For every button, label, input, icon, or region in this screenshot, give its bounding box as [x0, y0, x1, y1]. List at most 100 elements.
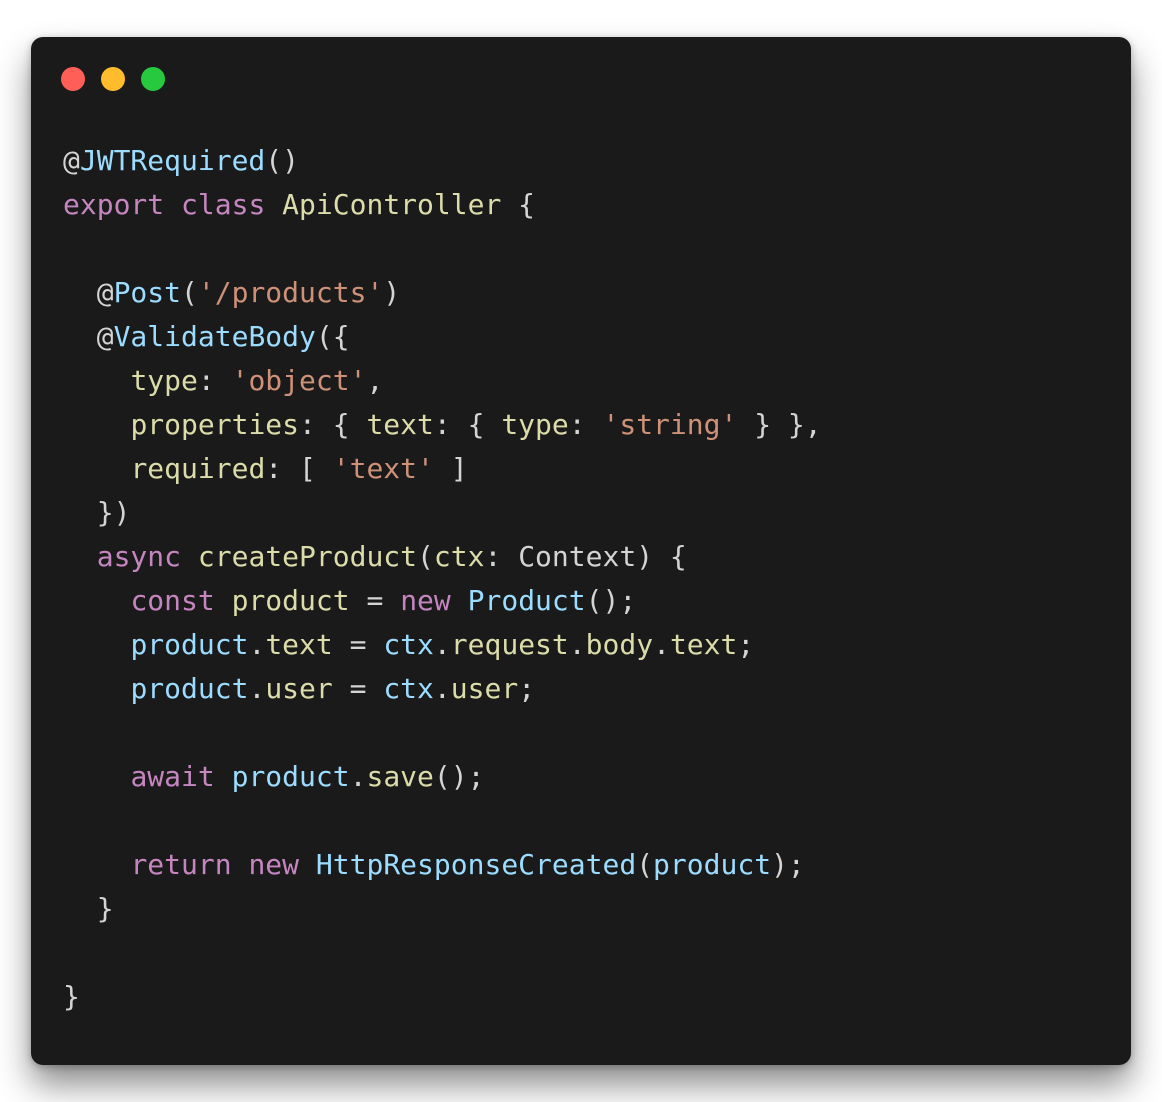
code-token: ( — [181, 276, 198, 309]
code-token: . — [568, 628, 586, 661]
code-line: } — [63, 975, 822, 1019]
code-line: const product = new Product(); — [63, 579, 822, 623]
code-token: type — [501, 408, 569, 441]
code-token: Product — [467, 584, 586, 617]
code-token: . — [248, 672, 266, 705]
code-token: product — [231, 584, 350, 617]
code-token: . — [653, 628, 670, 661]
code-token: Context — [518, 540, 637, 573]
code-token: new — [400, 584, 451, 617]
code-token: export — [63, 188, 165, 221]
code-token: : — [568, 408, 603, 441]
code-token: product — [653, 848, 772, 881]
code-token: . — [433, 628, 451, 661]
code-window: @JWTRequired() export class ApiController… — [31, 37, 1131, 1065]
code-token: } — [63, 892, 114, 925]
code-token: product — [130, 628, 249, 661]
code-token: { — [501, 188, 536, 221]
code-line: @ValidateBody({ — [63, 315, 822, 359]
code-line: required: [ 'text' ] — [63, 447, 822, 491]
code-token: Post — [113, 276, 182, 309]
code-token: ({ — [315, 320, 350, 353]
code-line: @Post('/products') — [63, 271, 822, 315]
code-token: ctx — [433, 540, 485, 573]
code-line: type: 'object', — [63, 359, 822, 403]
code-token: @ — [63, 276, 114, 309]
code-line: return new HttpResponseCreated(product); — [63, 843, 822, 887]
code-token: text — [669, 628, 738, 661]
code-token: = — [332, 672, 384, 705]
code-token: 'object' — [231, 364, 367, 397]
minimize-window-icon[interactable] — [101, 67, 125, 91]
code-token: user — [265, 672, 333, 705]
code-line: async createProduct(ctx: Context) { — [63, 535, 822, 579]
code-token: product — [231, 760, 350, 793]
code-token: user — [450, 672, 519, 705]
code-line: product.text = ctx.request.body.text; — [63, 623, 822, 667]
code-token: , — [366, 364, 384, 397]
code-token: () — [265, 144, 300, 177]
code-token: ; — [518, 672, 536, 705]
code-token: createProduct — [197, 540, 418, 573]
code-token: 'string' — [602, 408, 738, 441]
code-token: : { — [299, 408, 367, 441]
code-token: . — [349, 760, 367, 793]
code-token: ) { — [636, 540, 687, 573]
code-token: ] — [433, 452, 468, 485]
code-token: await — [130, 760, 215, 793]
code-token: async — [96, 540, 182, 573]
code-token: = — [332, 628, 384, 661]
code-token: ) — [383, 276, 401, 309]
code-token: request — [450, 628, 569, 661]
code-line: product.user = ctx.user; — [63, 667, 822, 711]
code-line: @JWTRequired() — [63, 139, 822, 183]
maximize-window-icon[interactable] — [141, 67, 165, 91]
code-token: required — [130, 452, 266, 485]
code-line: await product.save(); — [63, 755, 822, 799]
close-window-icon[interactable] — [61, 67, 85, 91]
code-token: return — [130, 848, 232, 881]
code-token: ctx — [383, 672, 434, 705]
code-line: } — [63, 887, 822, 931]
code-token: body — [585, 628, 654, 661]
code-token: ValidateBody — [113, 320, 316, 353]
code-token: : { — [433, 408, 502, 441]
code-token: JWTRequired — [79, 144, 266, 177]
code-token: properties — [130, 408, 300, 441]
code-token: (); — [433, 760, 485, 793]
code-token: class — [181, 188, 266, 221]
code-token: : — [197, 364, 232, 397]
code-token: : [ — [265, 452, 333, 485]
code-token: ( — [636, 848, 654, 881]
code-token: text — [366, 408, 434, 441]
code-token: HttpResponseCreated — [315, 848, 637, 881]
code-token: : — [484, 540, 519, 573]
code-token: = — [349, 584, 401, 617]
code-token: ); — [771, 848, 805, 881]
code-line: export class ApiController { — [63, 183, 822, 227]
code-token: ( — [417, 540, 434, 573]
code-token: product — [130, 672, 249, 705]
code-token: ; — [737, 628, 755, 661]
code-token: '/products' — [197, 276, 384, 309]
code-token: . — [433, 672, 451, 705]
code-token: type — [130, 364, 198, 397]
code-token: new — [248, 848, 300, 881]
